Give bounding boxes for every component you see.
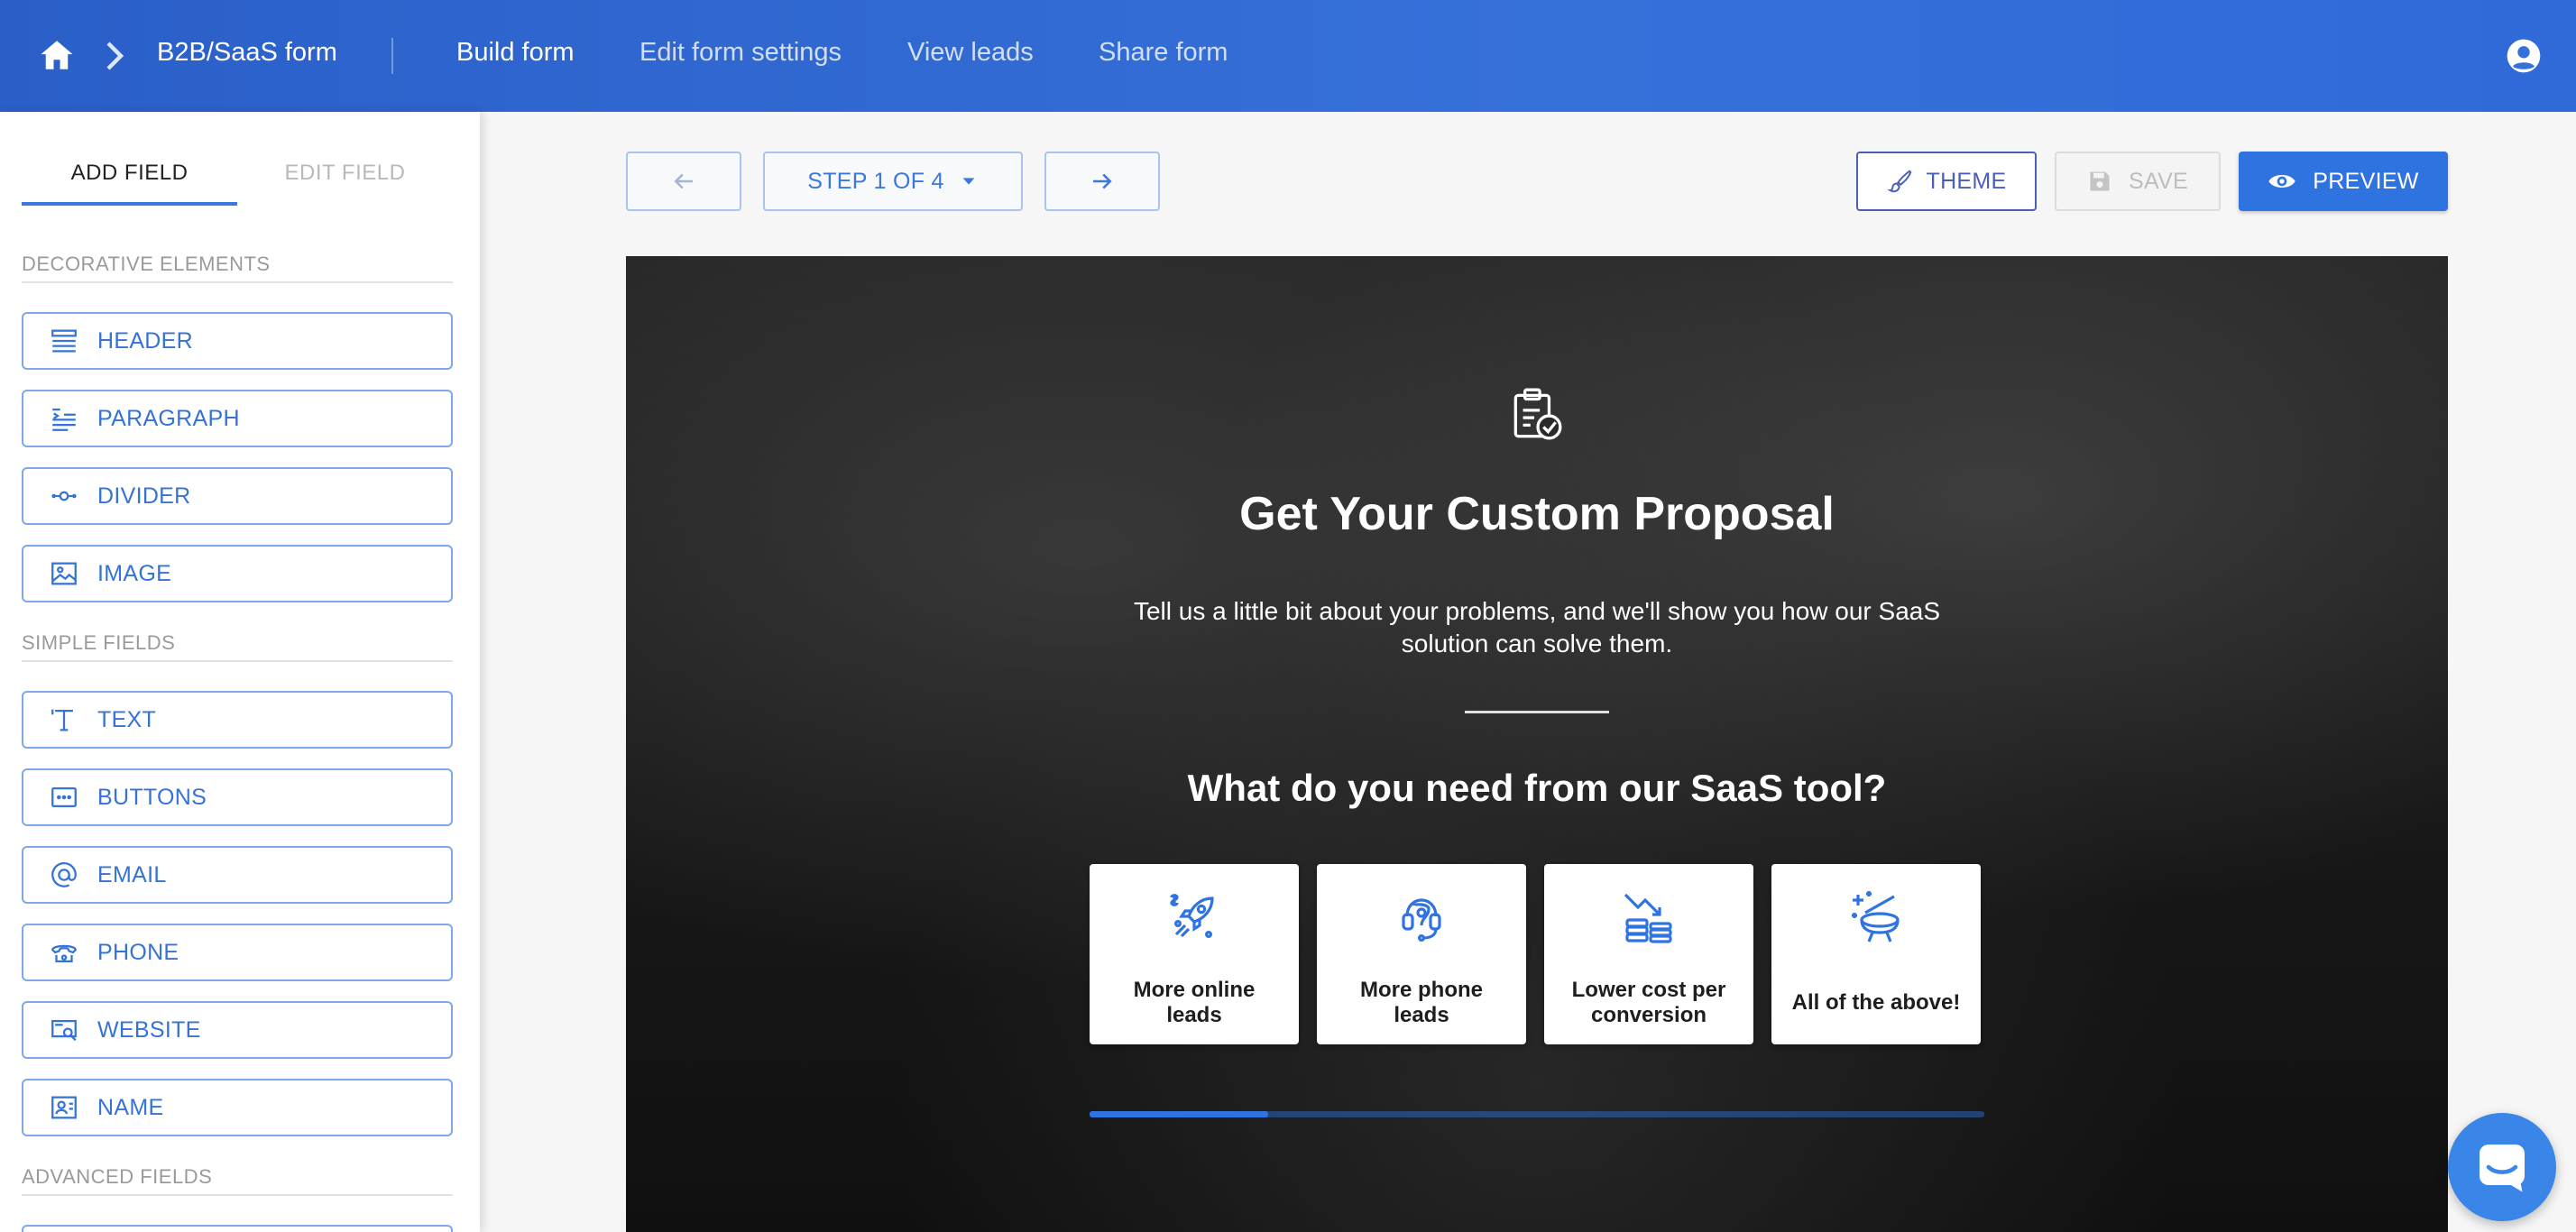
field-name-button[interactable]: NAME (22, 1079, 453, 1136)
nav-build-form[interactable]: Build form (456, 38, 575, 68)
user-account-icon[interactable] (2506, 38, 2542, 74)
at-icon (51, 862, 77, 887)
step-selector[interactable]: STEP 1 OF 4 (763, 152, 1023, 211)
brush-icon (1886, 170, 1911, 193)
name-icon (51, 1096, 77, 1119)
step-label: STEP 1 OF 4 (807, 168, 944, 194)
eye-icon (2268, 175, 2295, 188)
tab-edit-field[interactable]: EDIT FIELD (237, 161, 453, 186)
field-text-button[interactable]: TEXT (22, 691, 453, 749)
field-buttons-button[interactable]: BUTTONS (22, 768, 453, 826)
field-paragraph-button[interactable]: PARAGRAPH (22, 390, 453, 447)
field-label: TEXT (97, 706, 157, 732)
coins-down-icon (1624, 893, 1672, 943)
chevron-right-icon (106, 41, 124, 70)
arrow-left-icon (674, 173, 693, 189)
field-label: EMAIL (97, 861, 167, 887)
theme-label: THEME (1926, 168, 2007, 194)
home-icon[interactable] (38, 36, 76, 74)
field-phone-button[interactable]: PHONE (22, 924, 453, 981)
form-progress-fill (1090, 1111, 1269, 1117)
preview-label: PREVIEW (2313, 168, 2419, 194)
field-sidebar: ADD FIELD EDIT FIELD DECORATIVE ELEMENTS… (0, 112, 480, 1232)
magic-icon (1852, 891, 1900, 942)
chat-icon (2479, 1145, 2525, 1192)
text-icon (51, 709, 73, 731)
preview-button[interactable]: PREVIEW (2239, 152, 2448, 211)
field-image-button[interactable]: IMAGE (22, 545, 453, 602)
headset-icon (1402, 898, 1441, 942)
choice-label: More phone leads (1360, 978, 1483, 1027)
save-icon (2090, 171, 2110, 191)
field-label: NAME (97, 1094, 164, 1120)
choice-more-phone-leads[interactable]: More phone leads (1317, 864, 1526, 1044)
choice-more-online-leads[interactable]: More online leads (1090, 864, 1299, 1044)
phone-icon (51, 944, 77, 963)
field-header-button[interactable]: HEADER (22, 312, 453, 370)
form-preview-canvas[interactable]: Get Your Custom Proposal Tell us a littl… (626, 256, 2448, 1232)
paragraph-icon (52, 408, 76, 431)
section-decorative-elements: DECORATIVE ELEMENTS (22, 253, 271, 275)
field-label: BUTTONS (97, 784, 207, 810)
caret-down-icon (962, 178, 975, 185)
field-label: PARAGRAPH (97, 405, 240, 431)
field-label: PHONE (97, 939, 179, 965)
form-question[interactable]: What do you need from our SaaS tool? (626, 767, 2448, 810)
section-divider (22, 1194, 453, 1196)
field-website-button[interactable]: WEBSITE (22, 1001, 453, 1059)
section-divider (22, 281, 453, 283)
active-tab-indicator (22, 202, 237, 206)
header-icon (51, 329, 77, 353)
save-label: SAVE (2128, 168, 2189, 194)
breadcrumb-divider (391, 38, 393, 74)
choice-label: More online leads (1133, 978, 1256, 1027)
field-email-button[interactable]: EMAIL (22, 846, 453, 904)
image-icon (51, 562, 77, 585)
field-advanced-button-partial[interactable] (22, 1225, 453, 1232)
divider-icon (51, 491, 77, 501)
nav-view-leads[interactable]: View leads (907, 38, 1034, 68)
form-divider (1465, 711, 1609, 713)
next-step-button[interactable] (1044, 152, 1160, 211)
field-label: HEADER (97, 327, 193, 354)
section-advanced-fields: ADVANCED FIELDS (22, 1165, 213, 1188)
choice-label: Lower cost per conversion (1571, 978, 1726, 1027)
tab-add-field[interactable]: ADD FIELD (22, 161, 237, 186)
nav-share-form[interactable]: Share form (1099, 38, 1228, 68)
theme-button[interactable]: THEME (1856, 152, 2037, 211)
choice-lower-cost-per-conversion[interactable]: Lower cost per conversion (1544, 864, 1753, 1044)
save-button[interactable]: SAVE (2055, 152, 2221, 211)
field-label: IMAGE (97, 560, 172, 586)
buttons-icon (51, 786, 77, 808)
form-title[interactable]: Get Your Custom Proposal (626, 487, 2448, 541)
field-divider-button[interactable]: DIVIDER (22, 467, 453, 525)
form-description[interactable]: Tell us a little bit about your problems… (1113, 595, 1961, 660)
nav-edit-form-settings[interactable]: Edit form settings (639, 38, 842, 68)
arrow-right-icon (1093, 173, 1112, 189)
sidebar-tabs: ADD FIELD EDIT FIELD (22, 144, 453, 206)
top-navigation-bar: B2B/SaaS form Build form Edit form setti… (0, 0, 2576, 112)
clipboard-check-icon (1513, 388, 1562, 440)
section-simple-fields: SIMPLE FIELDS (22, 631, 176, 654)
field-label: DIVIDER (97, 483, 191, 509)
section-divider (22, 660, 453, 662)
chat-launcher-button[interactable] (2448, 1113, 2556, 1221)
choice-label: All of the above! (1791, 990, 1961, 1015)
website-icon (51, 1019, 77, 1042)
form-progress-bar (1090, 1111, 1984, 1117)
breadcrumb-form-name[interactable]: B2B/SaaS form (157, 38, 337, 68)
choice-all-of-the-above[interactable]: All of the above! (1771, 864, 1981, 1044)
previous-step-button[interactable] (626, 152, 741, 211)
field-label: WEBSITE (97, 1016, 201, 1043)
rocket-icon (1170, 894, 1214, 938)
